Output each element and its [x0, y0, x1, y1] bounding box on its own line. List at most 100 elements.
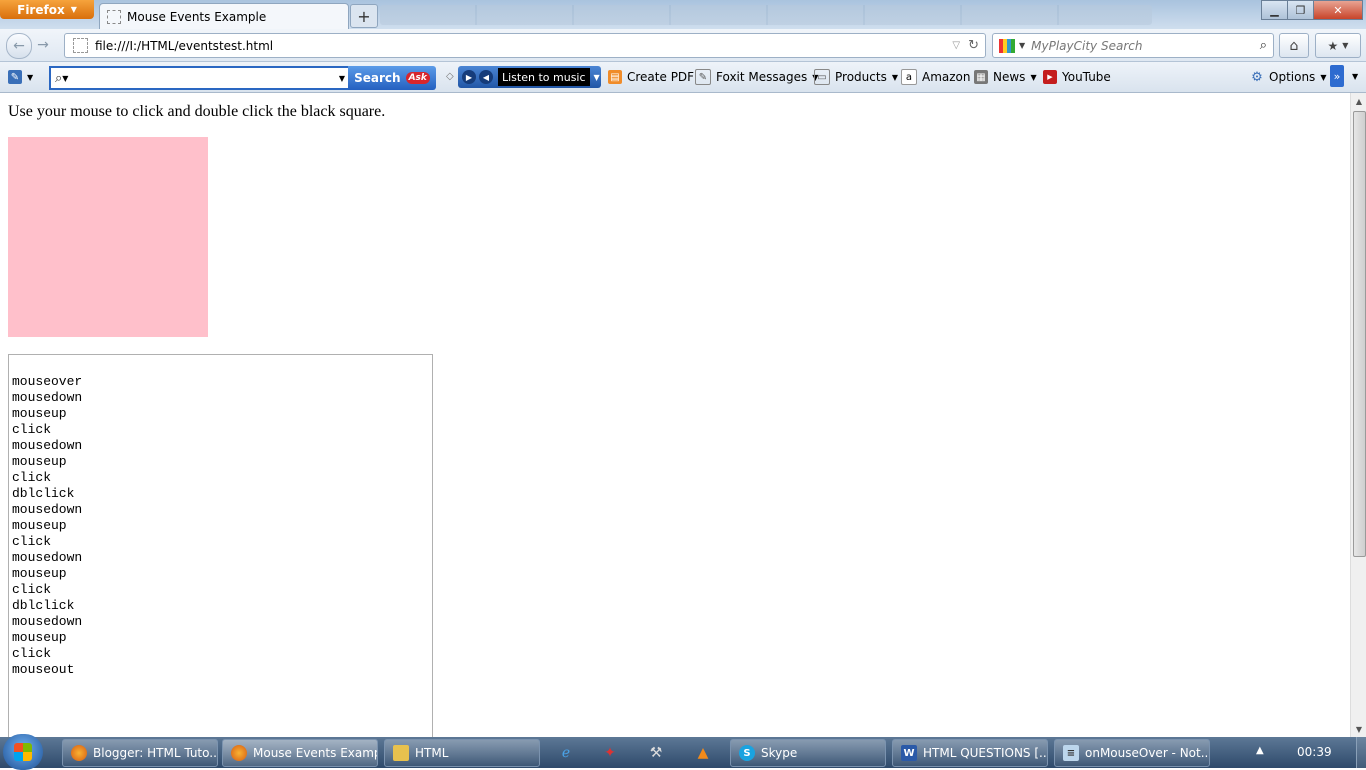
foxit-icon: ✎ — [695, 69, 711, 85]
bookmarks-menu-button[interactable]: ★ ▼ — [1315, 33, 1361, 58]
event-log-line: mouseup — [12, 630, 67, 645]
event-log-line: mouseout — [12, 662, 75, 677]
folder-icon — [393, 745, 409, 761]
taskbar-button-blogger[interactable]: Blogger: HTML Tuto... — [62, 739, 218, 767]
volume-icon[interactable]: ◀ — [479, 70, 493, 84]
music-player[interactable]: ▶ ◀ Listen to music ▼ — [458, 66, 601, 88]
ask-logo: Ask — [405, 72, 430, 84]
toolbar-separator: ◇ — [446, 71, 454, 82]
scroll-up-arrow-icon[interactable]: ▲ — [1351, 93, 1366, 109]
minimize-button[interactable]: ▁ — [1261, 0, 1288, 20]
chevron-down-icon: ▼ — [891, 72, 898, 82]
taskbar-button-skype[interactable]: S Skype — [730, 739, 886, 767]
bookmark-amazon[interactable]: a Amazon — [901, 68, 971, 86]
event-log-line: mousedown — [12, 390, 83, 405]
bookmark-label: Create PDF — [627, 70, 695, 84]
news-icon: ▦ — [974, 70, 988, 84]
wand-icon[interactable]: ✦ — [600, 743, 620, 763]
firefox-icon — [71, 745, 87, 761]
magnifier-icon[interactable]: ⌕ — [1260, 38, 1267, 53]
chevron-down-icon: ▼ — [1342, 41, 1349, 50]
listen-to-music-label[interactable]: Listen to music — [498, 68, 590, 86]
event-log-line: mousedown — [12, 502, 83, 517]
event-log-line: click — [12, 534, 52, 549]
forward-button[interactable]: → — [33, 36, 53, 54]
chevron-down-icon[interactable]: ▼ — [1352, 72, 1358, 81]
event-log-line: mouseup — [12, 454, 67, 469]
pencil-icon: ✎ — [8, 70, 22, 84]
bookmark-label: Amazon — [922, 70, 971, 84]
tab-mouse-events-example[interactable]: Mouse Events Example — [99, 3, 349, 30]
toolbar-app-menu[interactable]: ✎ ▼ — [8, 68, 33, 86]
bookmark-foxit-messages[interactable]: ✎ Foxit Messages ▼ — [695, 68, 818, 86]
forward-arrow-icon: → — [37, 37, 49, 53]
options-button[interactable]: ⚙ Options ▼ — [1250, 68, 1326, 86]
word-icon: W — [901, 745, 917, 761]
ask-search-button[interactable]: Search Ask — [348, 66, 436, 90]
taskbar-button-label: HTML QUESTIONS [... — [923, 746, 1048, 760]
event-log-line: click — [12, 646, 52, 661]
taskbar-button-label: Blogger: HTML Tuto... — [93, 746, 218, 760]
event-log-textarea[interactable]: mouseover mousedown mouseup click mousedown m… — [8, 354, 433, 737]
ask-search-input[interactable]: ⌕ ▼ ▼ — [49, 66, 351, 90]
site-identity-icon — [73, 38, 88, 53]
toolbar-overflow-button[interactable]: » — [1330, 65, 1344, 87]
url-dropdown-icon[interactable]: ▽ — [952, 40, 960, 51]
event-log-line: mouseup — [12, 406, 67, 421]
bookmark-youtube[interactable]: ▶ YouTube — [1043, 68, 1111, 86]
pdf-icon: ▤ — [608, 70, 622, 84]
event-log-line: mousedown — [12, 614, 83, 629]
navigation-bar: ← → file:///I:/HTML/eventstest.html ▽ ↻ … — [0, 29, 1366, 62]
firefox-menu-label: Firefox — [17, 2, 65, 17]
instructions-text: Use your mouse to click and double click… — [8, 103, 386, 120]
tab-title: Mouse Events Example — [127, 10, 267, 24]
search-bar[interactable]: ▼ MyPlayCity Search ⌕ — [992, 33, 1274, 58]
chevron-down-icon[interactable]: ▼ — [594, 73, 600, 82]
taskbar-button-mouse-events[interactable]: Mouse Events Examp... — [222, 739, 378, 767]
page-content: Use your mouse to click and double click… — [0, 93, 1350, 737]
vertical-scrollbar[interactable]: ▲ ▼ — [1350, 93, 1366, 737]
event-log-line: mouseover — [12, 374, 83, 389]
start-button[interactable] — [3, 734, 43, 770]
show-desktop-button[interactable] — [1356, 737, 1366, 768]
dropdown-arrow-icon[interactable]: ▼ — [339, 74, 345, 83]
event-target-square[interactable] — [8, 137, 208, 337]
search-engine-icon[interactable] — [999, 38, 1015, 53]
chevron-down-icon: ▼ — [70, 5, 77, 14]
internet-explorer-icon[interactable]: ℯ — [556, 743, 576, 763]
chevron-down-icon[interactable]: ▼ — [1019, 41, 1025, 50]
star-icon: ★ — [1327, 38, 1339, 53]
bookmark-label: YouTube — [1062, 70, 1111, 84]
maximize-button[interactable]: ❐ — [1287, 0, 1314, 20]
firefox-icon — [231, 745, 247, 761]
event-log-line: mousedown — [12, 438, 83, 453]
url-text: file:///I:/HTML/eventstest.html — [95, 38, 274, 53]
home-button[interactable]: ⌂ — [1279, 33, 1309, 58]
scroll-down-arrow-icon[interactable]: ▼ — [1351, 721, 1366, 737]
event-log-line: click — [12, 470, 52, 485]
scrollbar-thumb[interactable] — [1353, 111, 1366, 557]
new-tab-button[interactable]: + — [350, 4, 378, 28]
url-bar[interactable]: file:///I:/HTML/eventstest.html ▽ ↻ — [64, 33, 986, 58]
bookmark-news[interactable]: ▦ News ▼ — [974, 68, 1037, 86]
products-icon: ▭ — [814, 69, 830, 85]
bookmark-create-pdf[interactable]: ▤ Create PDF — [608, 68, 694, 86]
tray-expand-icon[interactable]: ▲ — [1256, 745, 1264, 756]
close-button[interactable]: ✕ — [1313, 0, 1363, 20]
background-tabs — [380, 5, 1152, 25]
bookmark-products[interactable]: ▭ Products ▼ — [814, 68, 898, 86]
firefox-menu-button[interactable]: Firefox ▼ — [0, 0, 94, 19]
taskbar-button-html-folder[interactable]: HTML — [384, 739, 540, 767]
reload-icon[interactable]: ↻ — [968, 38, 979, 53]
windows-taskbar: Blogger: HTML Tuto... Mouse Events Examp… — [0, 734, 1366, 770]
taskbar-button-word[interactable]: W HTML QUESTIONS [... — [892, 739, 1048, 767]
back-button[interactable]: ← — [6, 33, 32, 59]
play-icon[interactable]: ▶ — [462, 70, 476, 84]
tools-icon[interactable]: ⚒ — [646, 743, 666, 763]
windows-logo-icon — [14, 743, 32, 761]
bookmarks-toolbar: ✎ ▼ ⌕ ▼ ▼ Search Ask ◇ ▶ ◀ Listen to music ▼… — [0, 62, 1366, 93]
vlc-icon[interactable]: ▲ — [693, 743, 713, 763]
system-clock[interactable]: 00:39 — [1297, 745, 1332, 759]
taskbar-button-notepad[interactable]: ≡ onMouseOver - Not... — [1054, 739, 1210, 767]
options-label: Options — [1269, 70, 1316, 84]
